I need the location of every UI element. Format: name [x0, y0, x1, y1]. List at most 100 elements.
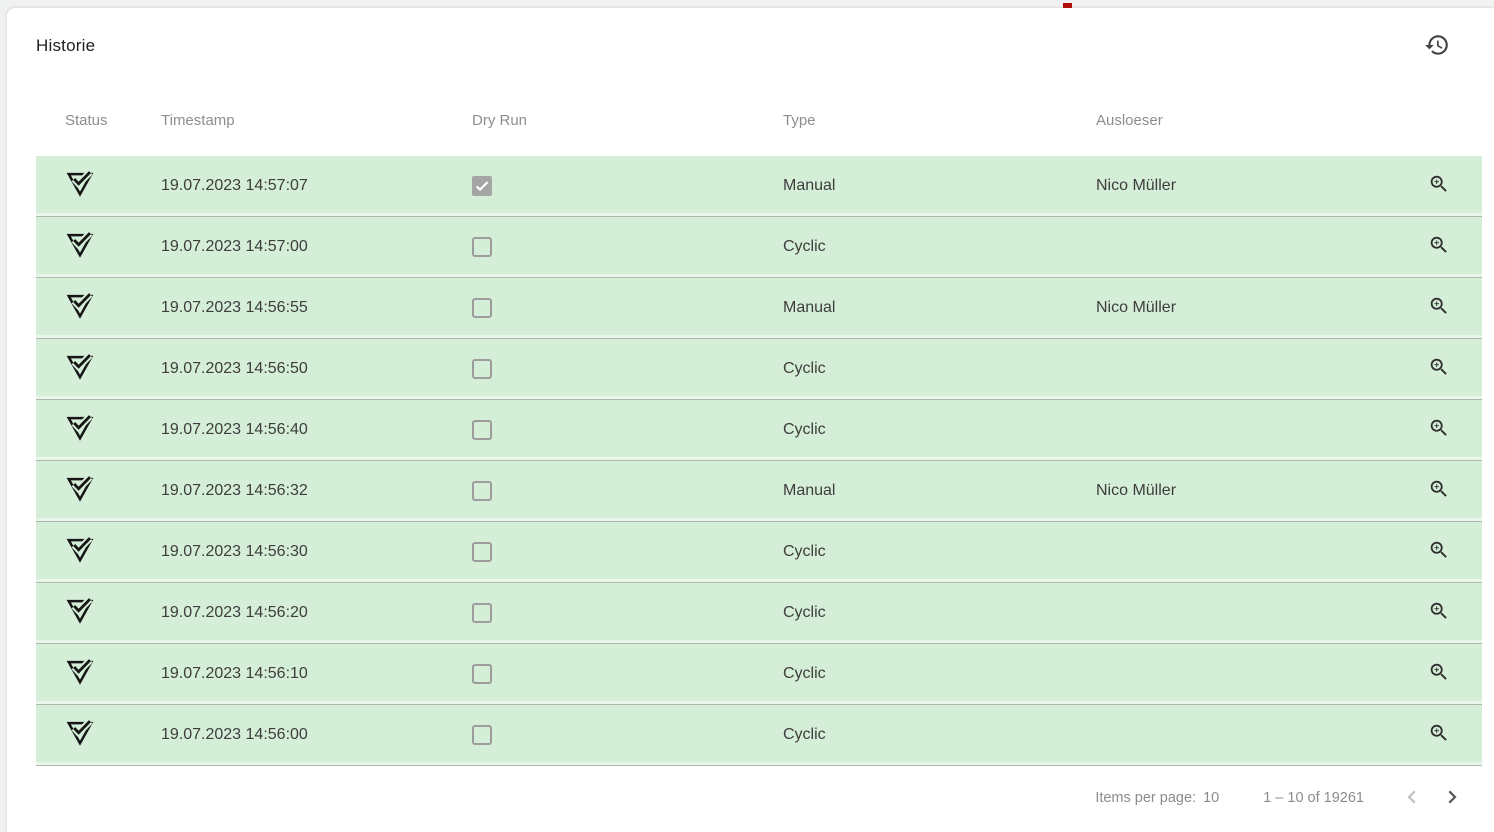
dry-run-checkbox[interactable] — [472, 603, 492, 623]
dry-run-cell — [472, 664, 783, 684]
type-cell: Cyclic — [783, 360, 1096, 378]
type-cell: Cyclic — [783, 543, 1096, 561]
row-detail-button[interactable] — [1396, 356, 1482, 383]
table-row: 19.07.2023 14:56:00 Cyclic — [36, 705, 1482, 766]
type-cell: Manual — [783, 482, 1096, 500]
timestamp-cell: 19.07.2023 14:56:40 — [161, 421, 472, 439]
chevron-left-icon — [1400, 785, 1424, 812]
timestamp-cell: 19.07.2023 14:57:07 — [161, 177, 472, 195]
zoom-in-icon — [1428, 173, 1450, 200]
dry-run-cell — [472, 298, 783, 318]
table-row: 19.07.2023 14:56:30 Cyclic — [36, 522, 1482, 583]
dry-run-cell — [472, 603, 783, 623]
type-cell: Manual — [783, 177, 1096, 195]
row-detail-button[interactable] — [1396, 722, 1482, 749]
type-cell: Cyclic — [783, 665, 1096, 683]
dry-run-checkbox[interactable] — [472, 542, 492, 562]
dry-run-checkbox[interactable] — [472, 481, 492, 501]
historie-card: Historie Status Timestamp Dry Run Type A… — [7, 8, 1494, 832]
timestamp-cell: 19.07.2023 14:56:50 — [161, 360, 472, 378]
paginator-nav — [1392, 778, 1472, 818]
zoom-in-icon — [1428, 661, 1450, 688]
status-cell — [36, 229, 161, 265]
type-cell: Manual — [783, 299, 1096, 317]
table-body: 19.07.2023 14:57:07 Manual Nico Müller — [36, 156, 1482, 766]
table-row: 19.07.2023 14:56:10 Cyclic — [36, 644, 1482, 705]
status-cell — [36, 595, 161, 631]
row-detail-button[interactable] — [1396, 478, 1482, 505]
page-title: Historie — [36, 36, 95, 56]
dry-run-checkbox[interactable] — [472, 664, 492, 684]
row-detail-button[interactable] — [1396, 295, 1482, 322]
dry-run-checkbox[interactable] — [472, 359, 492, 379]
next-page-button[interactable] — [1432, 778, 1472, 818]
zoom-in-icon — [1428, 295, 1450, 322]
dry-run-checkbox[interactable] — [472, 176, 492, 196]
dry-run-cell — [472, 542, 783, 562]
timestamp-cell: 19.07.2023 14:57:00 — [161, 238, 472, 256]
dry-run-checkbox[interactable] — [472, 420, 492, 440]
status-cell — [36, 168, 161, 204]
dry-run-cell — [472, 237, 783, 257]
column-header-ausloeser: Ausloeser — [1096, 112, 1396, 129]
column-header-status: Status — [36, 112, 161, 129]
history-icon — [1424, 32, 1450, 61]
card-header: Historie — [7, 8, 1494, 84]
table-row: 19.07.2023 14:56:50 Cyclic — [36, 339, 1482, 400]
row-detail-button[interactable] — [1396, 234, 1482, 261]
row-detail-button[interactable] — [1396, 600, 1482, 627]
zoom-in-icon — [1428, 539, 1450, 566]
table-row: 19.07.2023 14:57:07 Manual Nico Müller — [36, 156, 1482, 217]
timestamp-cell: 19.07.2023 14:56:30 — [161, 543, 472, 561]
status-cell — [36, 656, 161, 692]
ausloeser-cell: Nico Müller — [1096, 177, 1396, 195]
timestamp-cell: 19.07.2023 14:56:00 — [161, 726, 472, 744]
triangle-check-icon — [65, 229, 95, 265]
status-cell — [36, 351, 161, 387]
dry-run-checkbox[interactable] — [472, 298, 492, 318]
column-header-type: Type — [783, 112, 1096, 129]
triangle-check-icon — [65, 534, 95, 570]
row-detail-button[interactable] — [1396, 417, 1482, 444]
items-per-page-label: Items per page: — [1095, 790, 1196, 806]
dry-run-cell — [472, 420, 783, 440]
status-cell — [36, 534, 161, 570]
dry-run-cell — [472, 481, 783, 501]
dry-run-cell — [472, 176, 783, 196]
triangle-check-icon — [65, 595, 95, 631]
row-detail-button[interactable] — [1396, 661, 1482, 688]
dry-run-checkbox[interactable] — [472, 237, 492, 257]
ausloeser-cell: Nico Müller — [1096, 299, 1396, 317]
triangle-check-icon — [65, 290, 95, 326]
chevron-right-icon — [1440, 785, 1464, 812]
previous-page-button[interactable] — [1392, 778, 1432, 818]
status-cell — [36, 290, 161, 326]
row-detail-button[interactable] — [1396, 173, 1482, 200]
history-button[interactable] — [1417, 26, 1457, 66]
items-per-page-select[interactable]: 10 — [1203, 790, 1219, 806]
timestamp-cell: 19.07.2023 14:56:20 — [161, 604, 472, 622]
history-table: Status Timestamp Dry Run Type Ausloeser … — [36, 84, 1482, 766]
type-cell: Cyclic — [783, 604, 1096, 622]
ausloeser-cell: Nico Müller — [1096, 482, 1396, 500]
zoom-in-icon — [1428, 722, 1450, 749]
zoom-in-icon — [1428, 478, 1450, 505]
table-row: 19.07.2023 14:56:55 Manual Nico Müller — [36, 278, 1482, 339]
paginator: Items per page: 10 1 – 10 of 19261 — [7, 766, 1494, 830]
table-row: 19.07.2023 14:56:40 Cyclic — [36, 400, 1482, 461]
dry-run-checkbox[interactable] — [472, 725, 492, 745]
triangle-check-icon — [65, 351, 95, 387]
zoom-in-icon — [1428, 417, 1450, 444]
triangle-check-icon — [65, 717, 95, 753]
triangle-check-icon — [65, 473, 95, 509]
type-cell: Cyclic — [783, 421, 1096, 439]
row-detail-button[interactable] — [1396, 539, 1482, 566]
triangle-check-icon — [65, 412, 95, 448]
zoom-in-icon — [1428, 600, 1450, 627]
table-row: 19.07.2023 14:56:32 Manual Nico Müller — [36, 461, 1482, 522]
zoom-in-icon — [1428, 356, 1450, 383]
paginator-range-label: 1 – 10 of 19261 — [1263, 790, 1364, 806]
triangle-check-icon — [65, 656, 95, 692]
zoom-in-icon — [1428, 234, 1450, 261]
type-cell: Cyclic — [783, 726, 1096, 744]
